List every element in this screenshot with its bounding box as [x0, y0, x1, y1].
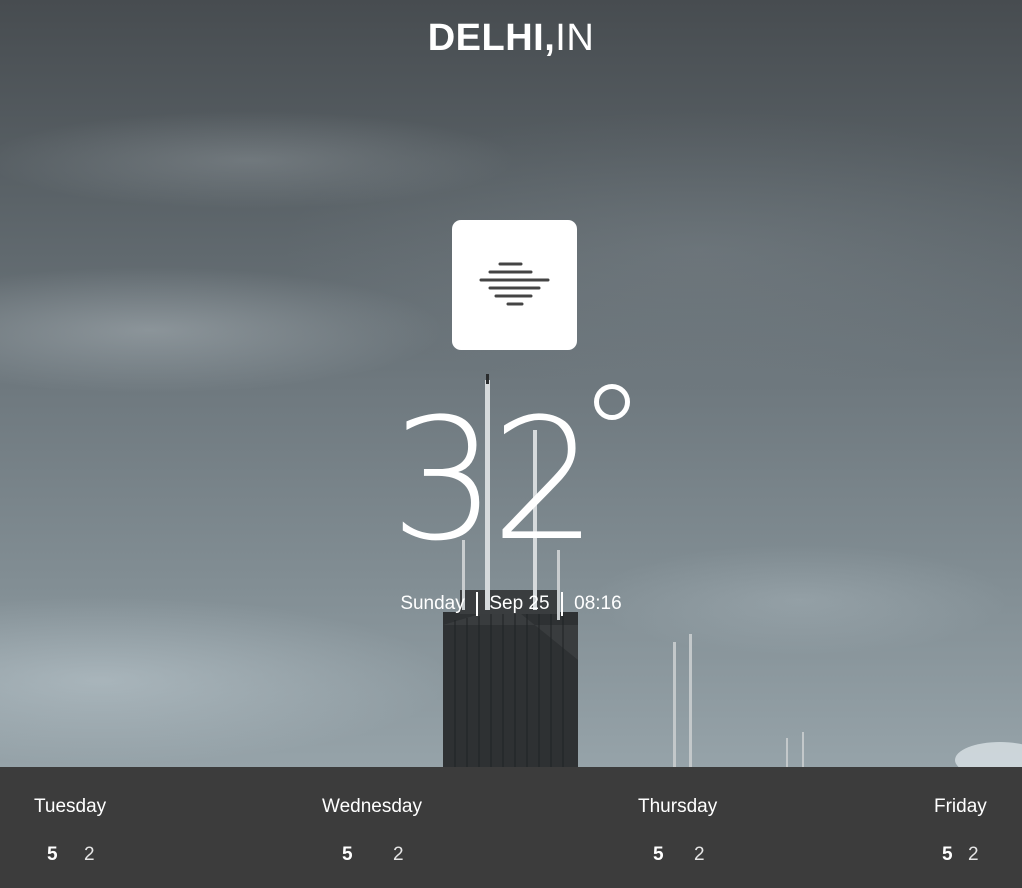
forecast-low: 2 — [968, 844, 979, 865]
weather-condition-card — [452, 220, 577, 350]
forecast-bar: Tuesday 5 2 Wednesday 5 2 Thursday 5 2 F… — [0, 767, 1022, 888]
divider — [476, 592, 479, 616]
forecast-high: 5 — [47, 844, 58, 865]
forecast-low: 2 — [694, 844, 705, 865]
forecast-day-tuesday: Tuesday — [34, 796, 107, 817]
forecast-high: 5 — [653, 844, 664, 865]
current-date: Sep 25 — [489, 593, 550, 614]
temperature-value: 32 — [390, 382, 598, 578]
forecast-high: 5 — [342, 844, 353, 865]
degree-symbol — [594, 384, 630, 420]
current-day: Sunday — [400, 593, 465, 614]
current-datetime: Sunday Sep 25 08:16 — [0, 592, 1022, 616]
country-code: IN — [555, 17, 595, 59]
forecast-day-wednesday: Wednesday — [322, 796, 422, 817]
fog-mist-icon — [479, 262, 550, 306]
forecast-day-friday: Friday — [934, 796, 987, 817]
forecast-day-thursday: Thursday — [638, 796, 718, 817]
location-title: DELHI,IN — [0, 14, 1022, 62]
city-name: DELHI, — [427, 17, 556, 59]
divider — [560, 592, 563, 616]
current-temperature: 32 — [380, 395, 642, 565]
current-time: 08:16 — [574, 593, 622, 614]
forecast-low: 2 — [84, 844, 95, 865]
forecast-low: 2 — [393, 844, 404, 865]
forecast-high: 5 — [942, 844, 953, 865]
